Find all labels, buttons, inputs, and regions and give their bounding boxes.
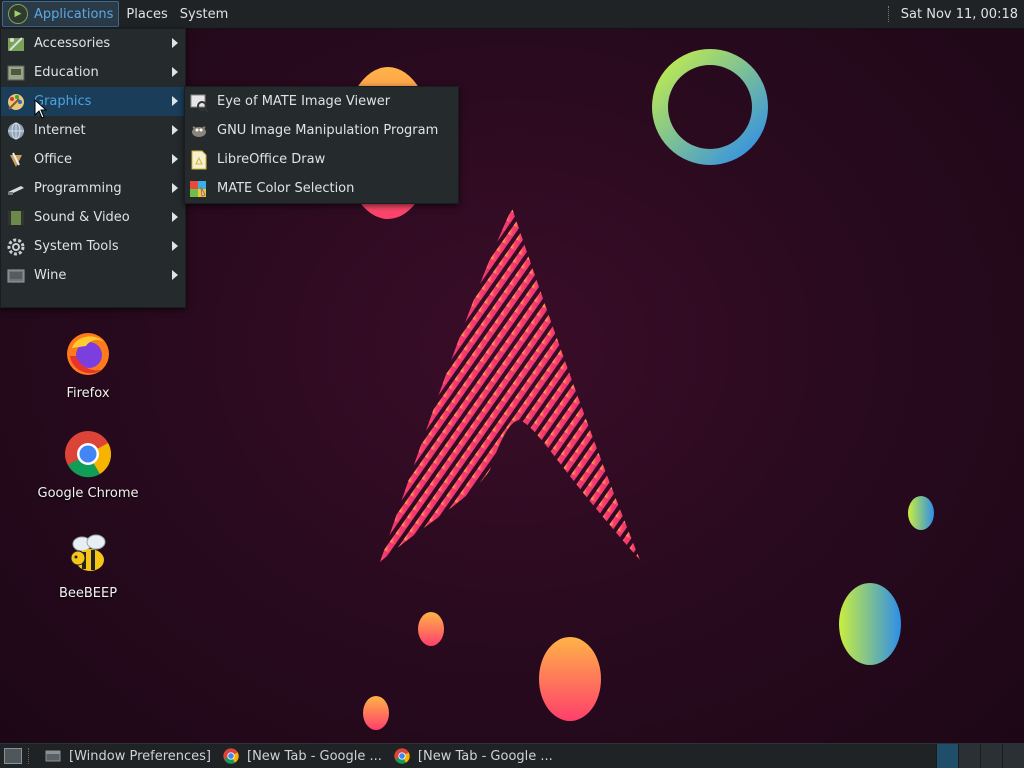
- menu-item-libreoffice-draw[interactable]: LibreOffice Draw: [185, 145, 458, 174]
- window-icon: [45, 750, 61, 762]
- wallpaper-dot: [363, 696, 389, 730]
- applications-menu-button[interactable]: ▶ Applications: [2, 1, 120, 27]
- desktop-icon-label: BeeBEEP: [58, 586, 118, 601]
- panel-separator: [887, 6, 891, 22]
- desktop-icon-beebeep[interactable]: BeeBEEP: [33, 530, 143, 601]
- mouse-cursor-icon: [34, 99, 48, 119]
- submenu-arrow-icon: [172, 125, 178, 135]
- menu-item-education[interactable]: Education: [1, 58, 185, 87]
- wallpaper-dot: [418, 612, 444, 646]
- gimp-icon: [189, 121, 209, 141]
- bee-icon: [70, 534, 106, 571]
- submenu-arrow-icon: [172, 154, 178, 164]
- menu-item-label: Education: [34, 65, 99, 80]
- workspace-2[interactable]: [958, 744, 980, 768]
- bottom-panel: [Window Preferences] [New Tab - Google .…: [0, 743, 1024, 768]
- wallpaper-dot: [839, 583, 901, 665]
- workspace-4[interactable]: [1002, 744, 1024, 768]
- menu-item-system-tools[interactable]: System Tools: [1, 232, 185, 261]
- office-icon: [6, 150, 26, 170]
- color-selection-icon: [189, 179, 209, 199]
- mate-logo-icon: ▶: [8, 4, 28, 24]
- libreoffice-draw-icon: [189, 150, 209, 170]
- chrome-icon: [223, 748, 239, 764]
- menu-item-graphics[interactable]: Graphics: [1, 87, 185, 116]
- menu-item-office[interactable]: Office: [1, 145, 185, 174]
- image-viewer-icon: [189, 92, 209, 112]
- workspace-1[interactable]: [936, 744, 958, 768]
- submenu-arrow-icon: [172, 241, 178, 251]
- applications-menu: Accessories Education Graphics Internet …: [0, 28, 186, 308]
- desktop-icon-firefox[interactable]: Firefox: [33, 330, 143, 401]
- system-label: System: [179, 6, 229, 22]
- programming-icon: [6, 179, 26, 199]
- desktop-icon-label: Firefox: [66, 386, 110, 401]
- menu-item-label: Programming: [34, 181, 122, 196]
- taskbar-item-window-preferences[interactable]: [Window Preferences]: [39, 745, 217, 767]
- submenu-arrow-icon: [172, 270, 178, 280]
- menu-item-mate-color-selection[interactable]: MATE Color Selection: [185, 174, 458, 203]
- graphics-submenu: Eye of MATE Image Viewer GNU Image Manip…: [184, 86, 459, 204]
- menu-item-label: Eye of MATE Image Viewer: [217, 94, 391, 109]
- arch-logo: [380, 208, 640, 562]
- wallpaper-ring: [652, 49, 768, 165]
- applications-label: Applications: [34, 6, 114, 22]
- sound-video-icon: [6, 208, 26, 228]
- taskbar-item-label: [New Tab - Google ...: [417, 748, 553, 764]
- menu-item-sound-video[interactable]: Sound & Video: [1, 203, 185, 232]
- taskbar-item-new-tab-1[interactable]: [New Tab - Google ...: [217, 745, 388, 767]
- panel-handle: [28, 748, 33, 764]
- submenu-arrow-icon: [172, 67, 178, 77]
- places-label: Places: [126, 6, 168, 22]
- firefox-icon: [67, 333, 109, 375]
- menu-item-label: Office: [34, 152, 72, 167]
- chrome-icon: [394, 748, 410, 764]
- wallpaper-dot: [908, 496, 934, 530]
- system-menu-button[interactable]: System: [175, 2, 233, 26]
- menu-item-label: MATE Color Selection: [217, 181, 355, 196]
- menu-item-label: LibreOffice Draw: [217, 152, 326, 167]
- menu-item-label: Sound & Video: [34, 210, 130, 225]
- clock-applet[interactable]: Sat Nov 11, 00:18: [887, 6, 1024, 22]
- accessories-icon: [6, 34, 26, 54]
- internet-globe-icon: [6, 121, 26, 141]
- show-desktop-button[interactable]: [4, 748, 22, 764]
- clock-text: Sat Nov 11, 00:18: [900, 6, 1018, 22]
- submenu-arrow-icon: [172, 96, 178, 106]
- desktop-icon-google-chrome[interactable]: Google Chrome: [33, 430, 143, 501]
- menu-item-internet[interactable]: Internet: [1, 116, 185, 145]
- taskbar-item-label: [Window Preferences]: [69, 748, 211, 764]
- taskbar-item-new-tab-2[interactable]: [New Tab - Google ...: [388, 745, 559, 767]
- places-menu-button[interactable]: Places: [121, 2, 172, 26]
- top-panel: ▶ Applications Places System Sat Nov 11,…: [0, 0, 1024, 29]
- menu-item-accessories[interactable]: Accessories: [1, 29, 185, 58]
- wallpaper-dot: [539, 637, 601, 721]
- menu-item-programming[interactable]: Programming: [1, 174, 185, 203]
- menu-item-label: Accessories: [34, 36, 111, 51]
- graphics-icon: [6, 92, 26, 112]
- submenu-arrow-icon: [172, 212, 178, 222]
- workspace-switcher: [936, 744, 1024, 768]
- wine-icon: [6, 266, 26, 286]
- workspace-3[interactable]: [980, 744, 1002, 768]
- taskbar-item-label: [New Tab - Google ...: [247, 748, 382, 764]
- submenu-arrow-icon: [172, 38, 178, 48]
- menu-item-gimp[interactable]: GNU Image Manipulation Program: [185, 116, 458, 145]
- menu-item-label: System Tools: [34, 239, 119, 254]
- submenu-arrow-icon: [172, 183, 178, 193]
- menu-item-wine[interactable]: Wine: [1, 261, 185, 290]
- menu-item-eye-of-mate[interactable]: Eye of MATE Image Viewer: [185, 87, 458, 116]
- chrome-icon: [65, 431, 112, 478]
- menu-item-label: GNU Image Manipulation Program: [217, 123, 439, 138]
- gear-icon: [6, 237, 26, 257]
- menu-item-label: Internet: [34, 123, 86, 138]
- desktop-icon-label: Google Chrome: [37, 486, 139, 501]
- menu-item-label: Wine: [34, 268, 67, 283]
- education-icon: [6, 63, 26, 83]
